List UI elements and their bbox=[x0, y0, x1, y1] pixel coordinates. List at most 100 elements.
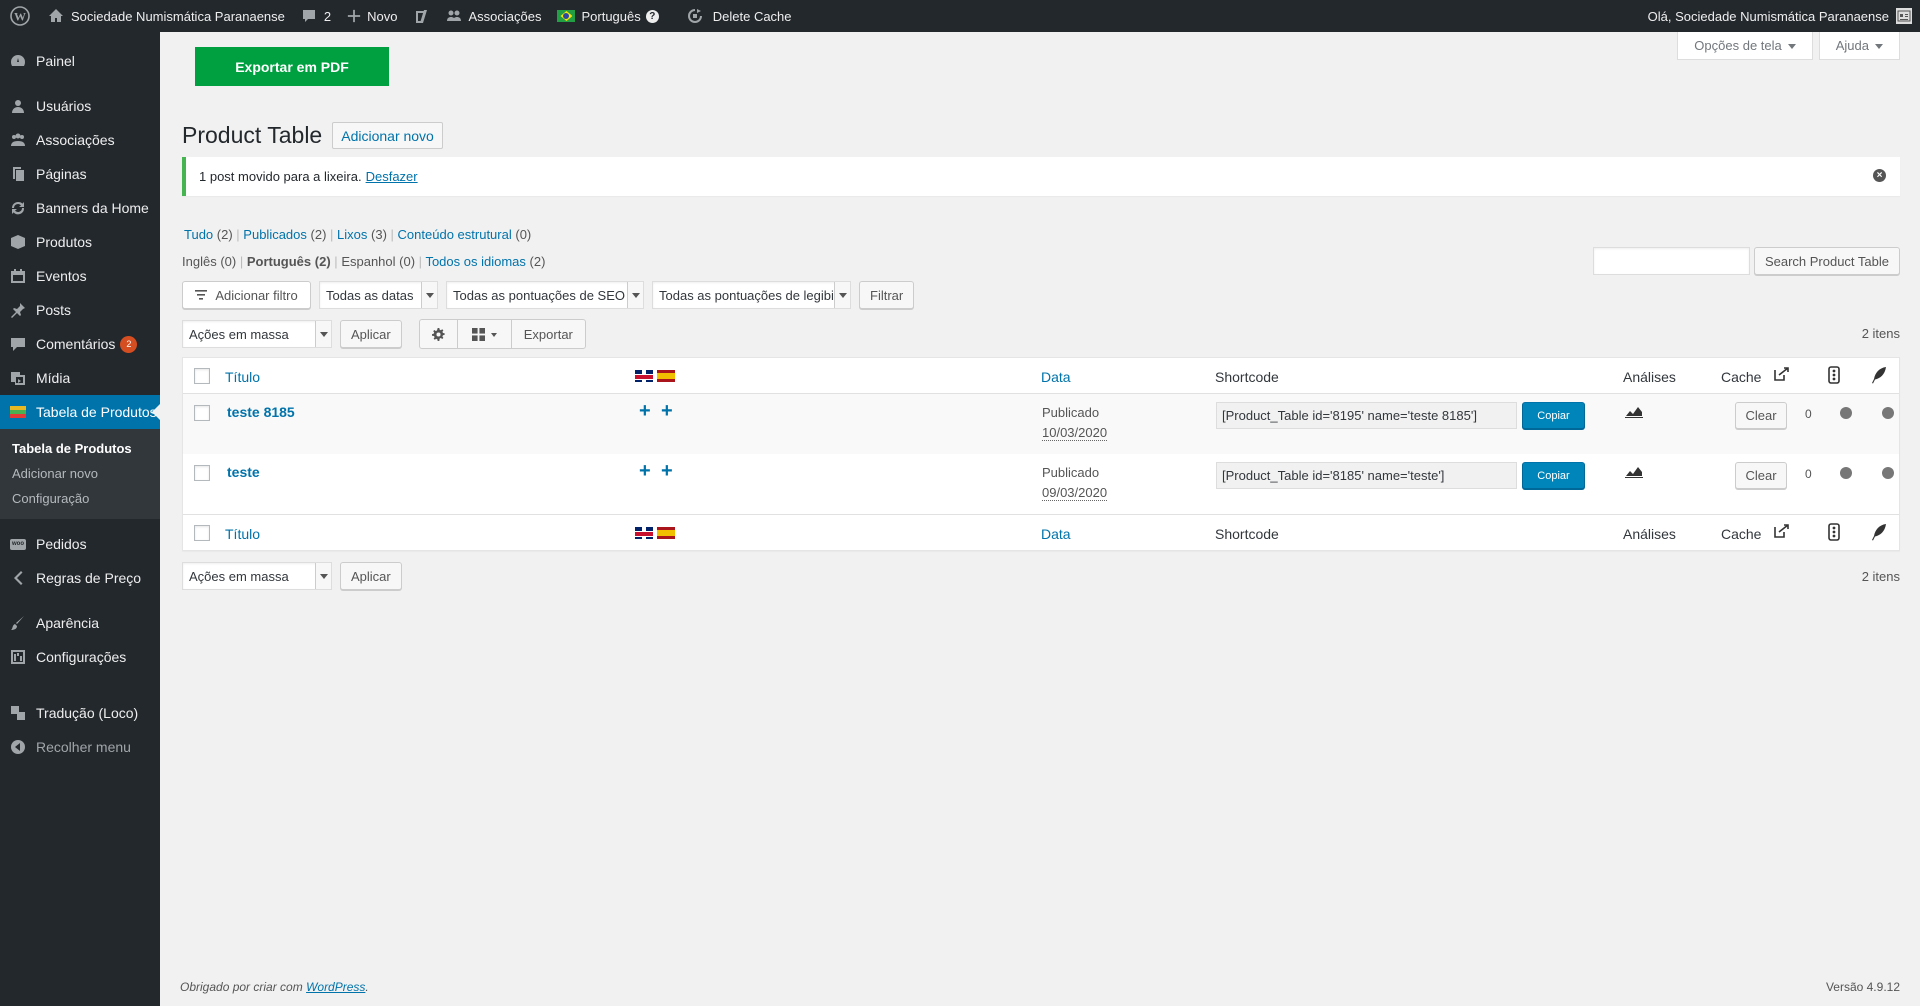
lang-spanish[interactable]: Espanhol bbox=[341, 254, 395, 269]
readability-filter-select[interactable]: Todas as pontuações de legibilidade bbox=[652, 281, 851, 309]
wordpress-link[interactable]: WordPress bbox=[306, 980, 365, 994]
my-account-link[interactable]: Olá, Sociedade Numismática Paranaense bbox=[1640, 0, 1920, 32]
copy-shortcode-button[interactable]: Copiar bbox=[1522, 462, 1585, 489]
groups-icon bbox=[446, 10, 461, 21]
menu-paginas[interactable]: Páginas bbox=[0, 157, 160, 191]
export-button[interactable]: Exportar bbox=[512, 320, 585, 348]
seo-analysis-icon[interactable] bbox=[1625, 464, 1643, 481]
copy-shortcode-button[interactable]: Copiar bbox=[1522, 402, 1585, 429]
menu-posts[interactable]: Posts bbox=[0, 293, 160, 327]
menu-configuracoes[interactable]: Configurações bbox=[0, 640, 160, 674]
screen-options-button[interactable]: Opções de tela bbox=[1677, 32, 1813, 60]
filter-button[interactable]: Filtrar bbox=[859, 281, 915, 309]
menu-banners[interactable]: Banners da Home bbox=[0, 191, 160, 225]
add-filter-button[interactable]: Adicionar filtro bbox=[182, 281, 311, 309]
help-button[interactable]: Ajuda bbox=[1818, 32, 1900, 60]
columns-icon[interactable] bbox=[458, 320, 512, 348]
menu-associacoes[interactable]: Associações bbox=[0, 123, 160, 157]
column-title-footer[interactable]: Título bbox=[225, 526, 260, 542]
comments-link[interactable]: 2 bbox=[293, 0, 339, 32]
bulk-actions-select-bottom[interactable]: Ações em massa bbox=[182, 562, 332, 590]
readability-feather-icon[interactable] bbox=[1870, 366, 1888, 387]
seo-filter-select[interactable]: Todas as pontuações de SEO bbox=[446, 281, 644, 309]
gear-icon[interactable] bbox=[420, 320, 458, 348]
select-all-checkbox[interactable] bbox=[194, 368, 210, 384]
clear-cache-button[interactable]: Clear bbox=[1735, 462, 1787, 489]
lang-portuguese[interactable]: Português bbox=[247, 254, 311, 269]
date-filter-select[interactable]: Todas as datas bbox=[319, 281, 438, 309]
add-translation-es-icon[interactable]: + bbox=[661, 401, 673, 421]
search-button[interactable]: Search Product Table bbox=[1753, 247, 1900, 275]
export-pdf-button[interactable]: Exportar em PDF bbox=[195, 47, 389, 86]
add-translation-es-icon[interactable]: + bbox=[661, 461, 673, 481]
add-translation-en-icon[interactable]: + bbox=[639, 461, 651, 481]
bulk-actions-select[interactable]: Ações em massa bbox=[182, 320, 332, 348]
site-name-link[interactable]: Sociedade Numismática Paranaense bbox=[40, 0, 293, 32]
menu-pedidos[interactable]: woo Pedidos bbox=[0, 527, 160, 561]
separator: | bbox=[334, 254, 338, 269]
trash-notice: 1 post movido para a lixeira. Desfazer × bbox=[182, 157, 1900, 196]
add-new-button[interactable]: Adicionar novo bbox=[332, 122, 443, 149]
submenu-item[interactable]: Adicionar novo bbox=[0, 461, 160, 486]
menu-regras-de-preco[interactable]: Regras de Preço bbox=[0, 561, 160, 595]
lang-all[interactable]: Todos os idiomas bbox=[425, 254, 525, 269]
dismiss-icon[interactable]: × bbox=[1873, 169, 1886, 182]
clear-cache-button[interactable]: Clear bbox=[1735, 402, 1787, 429]
seo-links-icon[interactable] bbox=[1772, 523, 1790, 544]
undo-link[interactable]: Desfazer bbox=[366, 169, 418, 184]
search-input[interactable] bbox=[1592, 247, 1750, 275]
delete-cache-link[interactable]: Delete Cache bbox=[677, 0, 800, 32]
readability-feather-icon[interactable] bbox=[1870, 523, 1888, 544]
menu-comentarios[interactable]: Comentários 2 bbox=[0, 327, 160, 361]
menu-painel[interactable]: Painel bbox=[0, 44, 160, 78]
submenu-item[interactable]: Configuração bbox=[0, 486, 160, 511]
caret-down-icon bbox=[1875, 43, 1883, 53]
menu-traducao[interactable]: Tradução (Loco) bbox=[0, 696, 160, 730]
shortcode-field[interactable]: [Product_Table id='8195' name='teste 818… bbox=[1216, 402, 1517, 429]
seo-links-icon[interactable] bbox=[1772, 366, 1790, 387]
filter-cornerstone[interactable]: Conteúdo estrutural bbox=[398, 227, 512, 242]
column-shortcode-footer: Shortcode bbox=[1215, 526, 1279, 542]
seo-analysis-icon[interactable] bbox=[1625, 404, 1643, 421]
menu-recolher[interactable]: Recolher menu bbox=[0, 730, 160, 764]
menu-eventos[interactable]: Eventos bbox=[0, 259, 160, 293]
shortcode-field[interactable]: [Product_Table id='8185' name='teste'] bbox=[1216, 462, 1517, 489]
row-title-link[interactable]: teste 8185 bbox=[227, 404, 295, 420]
row-checkbox[interactable] bbox=[194, 405, 210, 421]
column-date-footer[interactable]: Data bbox=[1041, 526, 1071, 542]
bulk-actions-top: Ações em massa Aplicar Exportar bbox=[182, 319, 586, 349]
row-title-link[interactable]: teste bbox=[227, 464, 260, 480]
filter-trash[interactable]: Lixos bbox=[337, 227, 367, 242]
menu-label: Associações bbox=[36, 132, 115, 148]
menu-midia[interactable]: Mídia bbox=[0, 361, 160, 395]
new-content-link[interactable]: Novo bbox=[339, 0, 405, 32]
menu-label: Configurações bbox=[36, 649, 127, 665]
menu-aparencia[interactable]: Aparência bbox=[0, 606, 160, 640]
lang-english[interactable]: Inglês bbox=[182, 254, 217, 269]
select-all-checkbox-bottom[interactable] bbox=[194, 525, 210, 541]
menu-usuarios[interactable]: Usuários bbox=[0, 89, 160, 123]
menu-label: Pedidos bbox=[36, 536, 87, 552]
column-cache-header: Cache bbox=[1721, 369, 1762, 385]
menu-produtos[interactable]: Produtos bbox=[0, 225, 160, 259]
apply-button-bottom[interactable]: Aplicar bbox=[340, 562, 402, 590]
menu-tabela-de-produtos[interactable]: Tabela de Produtos bbox=[0, 395, 160, 429]
yoast-seo-icon[interactable] bbox=[406, 0, 438, 32]
add-translation-en-icon[interactable]: + bbox=[639, 401, 651, 421]
submenu-item[interactable]: Tabela de Produtos bbox=[0, 436, 160, 461]
menu-label: Painel bbox=[36, 53, 75, 69]
traffic-light-icon[interactable] bbox=[1828, 366, 1840, 387]
cache-icon bbox=[687, 9, 702, 23]
traffic-light-icon[interactable] bbox=[1828, 523, 1840, 544]
column-date-header[interactable]: Data bbox=[1041, 369, 1071, 385]
apply-button[interactable]: Aplicar bbox=[340, 320, 402, 348]
row-checkbox[interactable] bbox=[194, 465, 210, 481]
column-title-header[interactable]: Título bbox=[225, 369, 260, 385]
wordpress-logo-icon[interactable]: W bbox=[0, 0, 40, 32]
filter-all[interactable]: Tudo bbox=[184, 227, 213, 242]
uk-flag-icon bbox=[635, 526, 653, 539]
associations-link[interactable]: Associações bbox=[438, 0, 550, 32]
filter-published[interactable]: Publicados bbox=[243, 227, 307, 242]
language-switcher[interactable]: Português ? bbox=[549, 0, 666, 32]
lang-count: (2) bbox=[314, 254, 331, 269]
